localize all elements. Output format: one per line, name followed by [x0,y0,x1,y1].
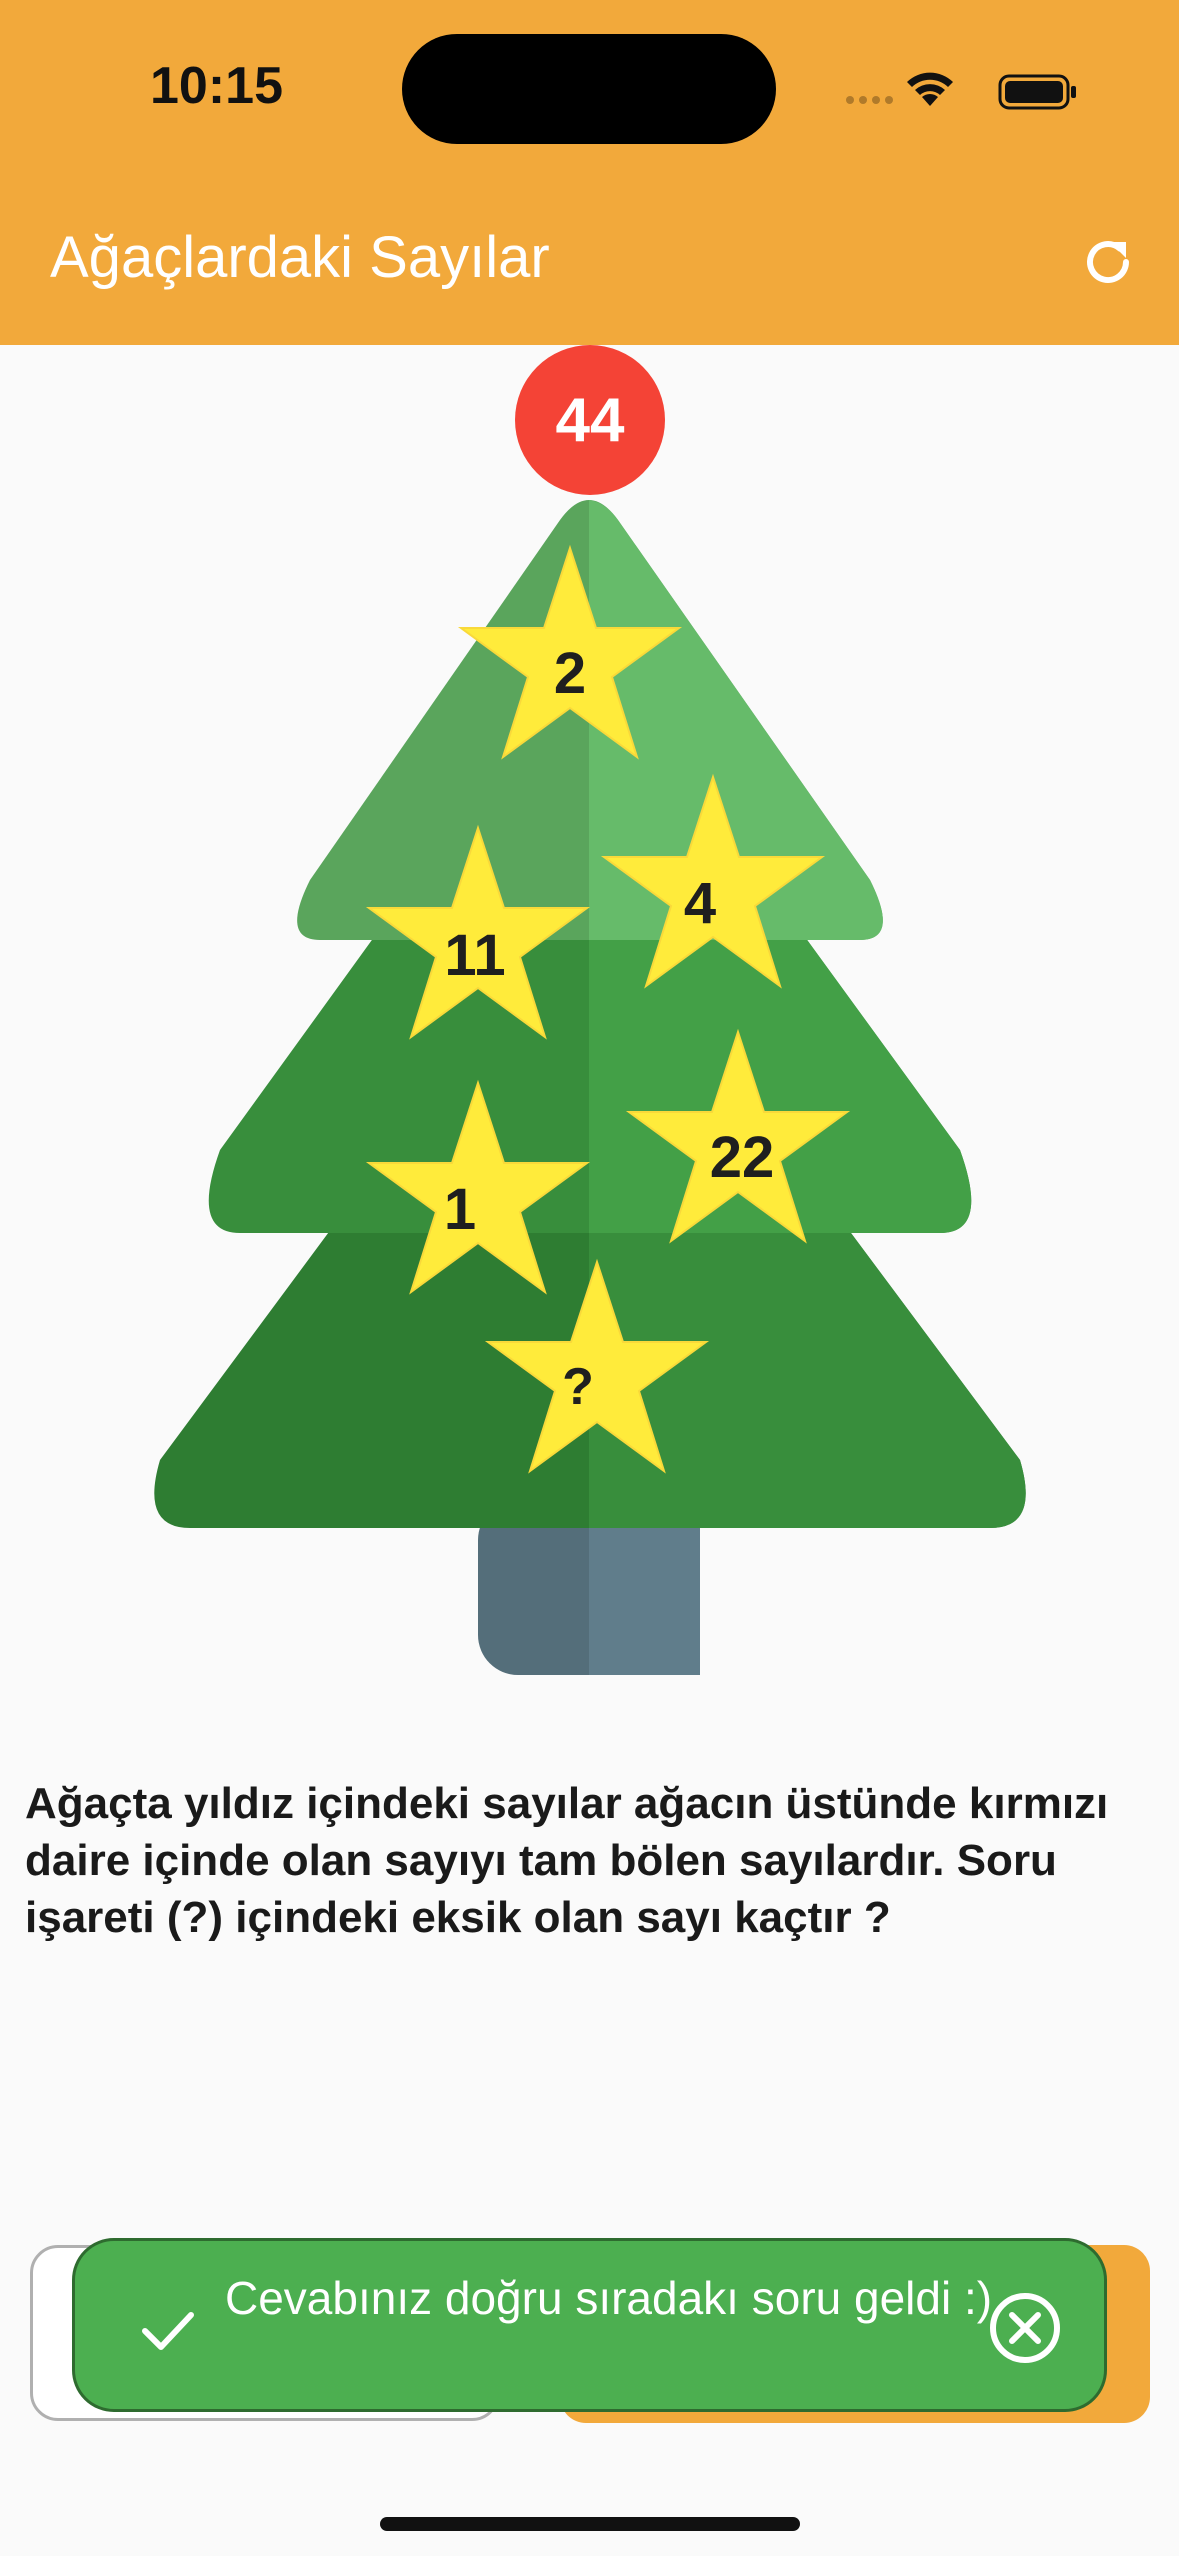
success-toast: Cevabınız doğru sıradakı soru geldi :) [72,2238,1107,2412]
home-indicator[interactable] [380,2517,800,2531]
star-number: 1 [443,1177,477,1242]
star-number: 2 [553,641,587,706]
target-number-badge: 44 [515,345,665,495]
missing-star-number: ? [562,1358,594,1416]
question-text: Ağaçta yıldız içindeki sayılar ağacın üs… [25,1779,1109,1942]
star-number: 11 [444,923,506,988]
star-number: 22 [709,1125,775,1190]
toast-message: Cevabınız doğru sıradakı soru geldi :) [225,2272,993,2324]
close-circle-icon[interactable] [985,2288,1065,2368]
star-number: 4 [683,871,717,936]
check-icon [142,2312,194,2350]
tree-illustration [154,500,1026,1675]
